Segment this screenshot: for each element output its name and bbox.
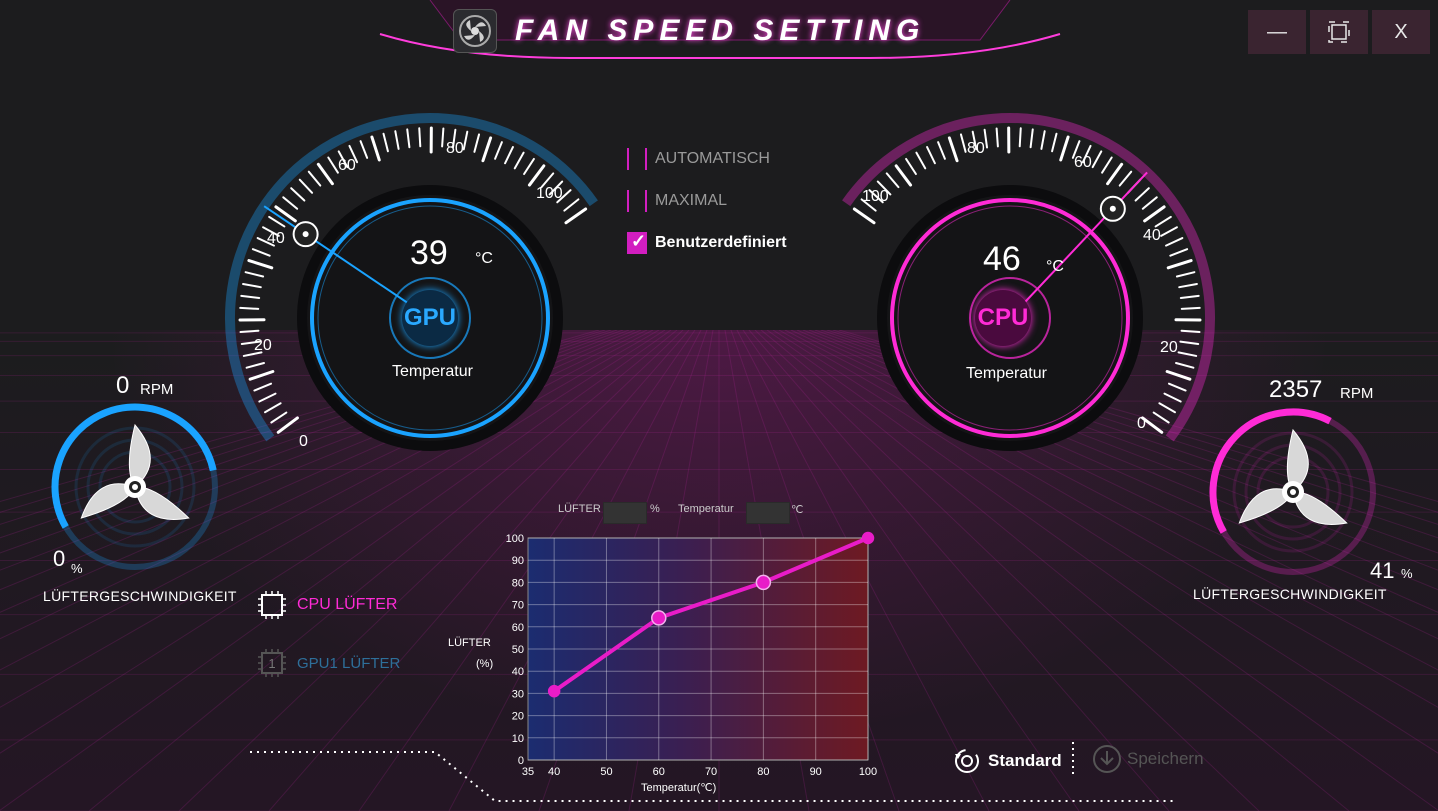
gpu-fan-icon xyxy=(51,403,218,570)
cpu-fan-percent-unit: % xyxy=(1401,566,1413,581)
mode-maximal-checkbox[interactable] xyxy=(627,190,647,212)
cpu-temperature-value: 46 xyxy=(983,240,1021,278)
cpu-temperature-caption: Temperatur xyxy=(966,365,1047,382)
cpu-fan-icon xyxy=(1209,408,1376,575)
gpu-chip-icon: GPU xyxy=(402,290,458,346)
cpu-tick-80: 80 xyxy=(967,140,985,157)
gpu-temperature-gauge xyxy=(224,113,598,451)
gpu-fan-selector-label: GPU1 LÜFTER xyxy=(297,654,401,672)
fan-curve-point[interactable] xyxy=(861,531,875,545)
save-button[interactable]: Speichern xyxy=(1092,744,1204,774)
chart-y-tick: 20 xyxy=(512,711,524,723)
save-download-icon xyxy=(1093,745,1121,773)
fan-curve-point[interactable] xyxy=(755,574,772,591)
fan-curve-point[interactable] xyxy=(547,684,561,698)
close-button[interactable]: X xyxy=(1372,10,1430,54)
gpu-tick-60: 60 xyxy=(338,157,356,174)
gpu-temperature-caption: Temperatur xyxy=(392,363,473,380)
mode-custom-checkbox[interactable] xyxy=(627,231,647,254)
minimize-button[interactable]: — xyxy=(1248,10,1306,54)
mode-maximal-label: MAXIMAL xyxy=(655,192,728,209)
cpu-temperature-gauge xyxy=(842,113,1216,451)
fan-logo-icon xyxy=(453,9,497,53)
reset-icon xyxy=(955,749,979,773)
cpu-fan-speed-caption: LÜFTERGESCHWINDIGKEIT xyxy=(1193,586,1387,602)
cpu-chip-icon: CPU xyxy=(975,290,1031,346)
fan-field-unit: % xyxy=(650,503,660,515)
temp-field-label: Temperatur xyxy=(678,503,734,515)
fan-curve-chart[interactable]: 35 40 50 60 70 80 90 1000102030405060708090100 xyxy=(500,528,890,778)
fan-curve-point[interactable] xyxy=(651,610,667,626)
gpu-fan-percent-unit: % xyxy=(71,561,83,576)
mode-automatic-label: AUTOMATISCH xyxy=(655,150,770,167)
chart-y-tick: 50 xyxy=(512,644,524,656)
cpu-tick-60: 60 xyxy=(1074,154,1092,171)
cpu-fan-selector-label: CPU LÜFTER xyxy=(297,596,398,613)
gpu-fan-percent-value: 0 xyxy=(53,546,66,571)
mode-maximal-option[interactable]: MAXIMAL xyxy=(627,188,727,214)
gpu-tick-0: 0 xyxy=(299,433,308,450)
gpu-chip-select-icon: 1 xyxy=(257,648,287,678)
gpu-tick-40: 40 xyxy=(267,230,285,247)
chart-y-tick: 30 xyxy=(512,688,524,700)
chart-y-tick: 10 xyxy=(512,733,524,745)
gpu-tick-100: 100 xyxy=(536,185,563,202)
chart-y-tick: 40 xyxy=(512,666,524,678)
chart-y-tick: 80 xyxy=(512,577,524,589)
gpu-fan-selector[interactable]: 1 GPU1 LÜFTER xyxy=(257,648,400,678)
cpu-tick-0: 0 xyxy=(1137,415,1146,432)
gpu-temperature-unit: °C xyxy=(475,250,493,267)
window-title: FAN SPEED SETTING xyxy=(515,14,926,47)
maximize-icon xyxy=(1328,21,1350,43)
standard-button-label: Standard xyxy=(988,751,1062,770)
save-button-label: Speichern xyxy=(1127,749,1204,768)
gpu-chip-number: 1 xyxy=(268,656,275,671)
gpu-fan-speed-caption: LÜFTERGESCHWINDIGKEIT xyxy=(43,588,237,604)
cpu-tick-100: 100 xyxy=(862,188,889,205)
cpu-tick-40: 40 xyxy=(1143,227,1161,244)
cpu-fan-percent-value: 41 xyxy=(1370,558,1395,583)
temp-field-unit: ℃ xyxy=(791,504,804,516)
maximize-button[interactable] xyxy=(1310,10,1368,54)
chart-y-tick: 60 xyxy=(512,622,524,634)
standard-button[interactable]: Standard xyxy=(952,746,1062,776)
mode-custom-label: Benutzerdefiniert xyxy=(655,234,787,251)
chart-y-tick: 70 xyxy=(512,600,524,612)
chart-ylabel: LÜFTER xyxy=(448,637,491,649)
chart-y-tick: 100 xyxy=(506,533,524,545)
temperature-input[interactable] xyxy=(746,502,790,524)
cpu-chip-select-icon xyxy=(257,590,287,620)
chart-ylabel-unit: (%) xyxy=(476,658,494,670)
cpu-fan-selector[interactable]: CPU LÜFTER xyxy=(257,590,397,620)
button-divider xyxy=(1072,742,1074,778)
gpu-tick-20: 20 xyxy=(254,337,272,354)
cpu-temperature-unit: °C xyxy=(1046,258,1064,275)
mode-custom-option[interactable]: Benutzerdefiniert xyxy=(627,230,787,256)
cpu-tick-20: 20 xyxy=(1160,339,1178,356)
mode-automatic-checkbox[interactable] xyxy=(627,148,647,170)
mode-automatic-option[interactable]: AUTOMATISCH xyxy=(627,146,770,172)
gpu-tick-80: 80 xyxy=(446,140,464,157)
fan-percent-input[interactable] xyxy=(603,502,647,524)
gpu-temperature-value: 39 xyxy=(410,234,448,272)
chart-y-tick: 90 xyxy=(512,555,524,567)
fan-field-label: LÜFTER xyxy=(558,503,601,515)
